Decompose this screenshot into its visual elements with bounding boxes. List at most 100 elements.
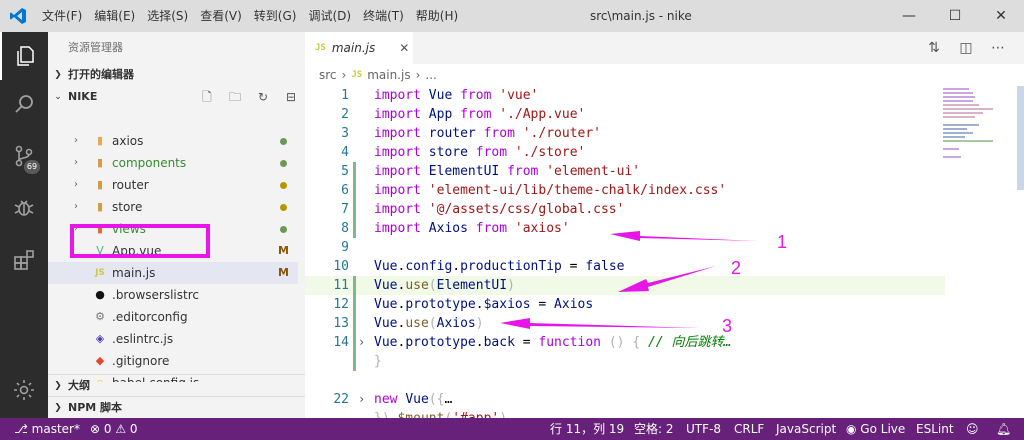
code-line[interactable]: 11 Vue.use(ElementUI): [305, 276, 945, 295]
file-tree-item[interactable]: › ▮ components: [48, 152, 298, 174]
breadcrumb-symbol[interactable]: ...: [425, 64, 436, 86]
js-file-icon: JS: [351, 70, 363, 80]
code-line[interactable]: 9: [305, 238, 945, 257]
minimize-button[interactable]: —: [886, 0, 932, 32]
code-line[interactable]: 13 Vue.use(Axios): [305, 314, 945, 333]
broadcast-icon: ◉: [846, 422, 861, 436]
code-line[interactable]: 12 Vue.prototype.$axios = Axios: [305, 295, 945, 314]
outline-section[interactable]: ❯ 大纲: [48, 374, 305, 396]
file-tree-item[interactable]: JS main.js M: [48, 262, 298, 284]
maximize-button[interactable]: ☐: [932, 0, 978, 32]
search-icon[interactable]: [0, 80, 48, 128]
refresh-icon[interactable]: ↻: [249, 86, 277, 108]
file-tree-label: main.js: [112, 266, 156, 280]
menu-terminal[interactable]: 终端(T): [357, 0, 410, 32]
new-file-icon[interactable]: 🗋: [193, 86, 221, 108]
code-line[interactable]: 4 import store from './store': [305, 143, 945, 162]
code-text: Vue.prototype.$axios = Axios: [374, 295, 593, 314]
extensions-icon[interactable]: [0, 236, 48, 284]
breadcrumb-file[interactable]: main.js: [367, 64, 410, 86]
more-actions-icon[interactable]: ⋯: [983, 32, 1013, 64]
code-line[interactable]: 22 › new Vue({…: [305, 390, 945, 409]
code-token: Vue: [374, 316, 398, 331]
code-line[interactable]: }).$mount('#app'): [305, 409, 945, 418]
code-text: import '@/assets/css/global.css': [374, 200, 624, 219]
file-tree-label: .browserslistrc: [112, 288, 199, 302]
go-live-button[interactable]: ◉ Go Live: [846, 418, 905, 440]
line-number: 12: [333, 297, 349, 312]
file-tree-item[interactable]: › ▮ axios: [48, 130, 298, 152]
eslint-status[interactable]: ESLint: [916, 418, 954, 440]
file-tree-item[interactable]: ◈ .eslintrc.js: [48, 328, 298, 350]
editor-scrollbar[interactable]: [1017, 86, 1024, 190]
file-tree-item[interactable]: ● .browserslistrc: [48, 284, 298, 306]
settings-gear-icon[interactable]: [0, 366, 48, 414]
code-line[interactable]: [305, 371, 945, 390]
minimap[interactable]: [935, 86, 1024, 206]
code-line[interactable]: 7 import '@/assets/css/global.css': [305, 200, 945, 219]
code-line[interactable]: 3 import router from './router': [305, 124, 945, 143]
git-status-dot: [280, 182, 287, 189]
open-changes-icon[interactable]: ⇅: [919, 32, 949, 64]
new-folder-icon[interactable]: 🗀: [221, 86, 249, 108]
source-control-icon[interactable]: 69: [0, 132, 48, 180]
code-token: new: [374, 392, 398, 407]
code-line[interactable]: 14 › Vue.prototype.back = function () { //…: [305, 333, 945, 352]
file-tree-item[interactable]: ⚙ .editorconfig: [48, 306, 298, 328]
fold-chevron-icon[interactable]: ›: [358, 390, 365, 409]
code-line[interactable]: 1 import Vue from 'vue': [305, 86, 945, 105]
file-tree-item[interactable]: › ▮ store: [48, 196, 298, 218]
debug-icon[interactable]: [0, 184, 48, 232]
chevron-right-icon[interactable]: ›: [74, 130, 84, 152]
menu-debug[interactable]: 调试(D): [302, 0, 357, 32]
code-text: import store from './store': [374, 143, 585, 162]
code-token: =: [530, 297, 555, 312]
file-tree-item[interactable]: › ▮ router: [48, 174, 298, 196]
chevron-right-icon[interactable]: ›: [74, 196, 84, 218]
fold-chevron-icon[interactable]: ›: [358, 333, 365, 352]
menu-file[interactable]: 文件(F): [36, 0, 88, 32]
tab-main-js[interactable]: JS main.js ✕: [305, 32, 413, 64]
code-line[interactable]: 8 import Axios from 'axios': [305, 219, 945, 238]
chevron-right-icon[interactable]: ›: [74, 218, 84, 240]
code-line[interactable]: 6 import 'element-ui/lib/theme-chalk/inde…: [305, 181, 945, 200]
project-section[interactable]: ⌄ NIKE 🗋 🗀 ↻ ⊟: [48, 86, 305, 108]
split-editor-icon[interactable]: ◫: [951, 32, 981, 64]
explorer-icon[interactable]: [0, 32, 48, 80]
menu-help[interactable]: 帮助(H): [410, 0, 464, 32]
menu-selection[interactable]: 选择(S): [141, 0, 194, 32]
language-mode[interactable]: JavaScript: [776, 418, 836, 440]
menu-edit[interactable]: 编辑(E): [88, 0, 141, 32]
close-tab-icon[interactable]: ✕: [399, 41, 409, 55]
line-ending[interactable]: CRLF: [734, 418, 764, 440]
file-tree-item[interactable]: V App.vue M: [48, 240, 298, 262]
npm-scripts-section[interactable]: ❯ NPM 脚本: [48, 396, 305, 418]
file-tree-item[interactable]: ◆ .gitignore: [48, 350, 298, 372]
close-window-button[interactable]: ✕: [978, 0, 1024, 32]
chevron-right-icon[interactable]: ›: [74, 152, 84, 174]
code-token: Axios: [554, 297, 594, 312]
notifications-bell-icon[interactable]: 🔔︎: [996, 418, 1011, 440]
menu-go[interactable]: 转到(G): [248, 0, 303, 32]
code-line[interactable]: 10 Vue.config.productionTip = false: [305, 257, 945, 276]
feedback-smiley-icon[interactable]: ☺: [966, 418, 979, 440]
breadcrumb-src[interactable]: src: [319, 64, 337, 86]
code-line[interactable]: 2 import App from './App.vue': [305, 105, 945, 124]
code-editor[interactable]: 1 import Vue from 'vue' 2 import App from '…: [305, 86, 945, 418]
file-tree-item[interactable]: › ▮ views: [48, 218, 298, 240]
indentation[interactable]: 空格: 2: [634, 418, 674, 440]
file-tree-label: store: [112, 200, 143, 214]
chevron-right-icon[interactable]: ›: [74, 174, 84, 196]
collapse-all-icon[interactable]: ⊟: [277, 86, 305, 108]
encoding[interactable]: UTF-8: [686, 418, 721, 440]
code-line[interactable]: }: [305, 352, 945, 371]
branch-indicator[interactable]: ⎇ master*: [14, 418, 80, 440]
annotation-3: 3: [722, 316, 733, 336]
code-line[interactable]: 5 import ElementUI from 'element-ui': [305, 162, 945, 181]
problems-indicator[interactable]: ⊗ 0 ⚠ 0: [90, 418, 138, 440]
open-editors-section[interactable]: ❯ 打开的编辑器: [48, 64, 305, 86]
cursor-position[interactable]: 行 11，列 19: [550, 418, 624, 440]
menu-view[interactable]: 查看(V): [194, 0, 248, 32]
